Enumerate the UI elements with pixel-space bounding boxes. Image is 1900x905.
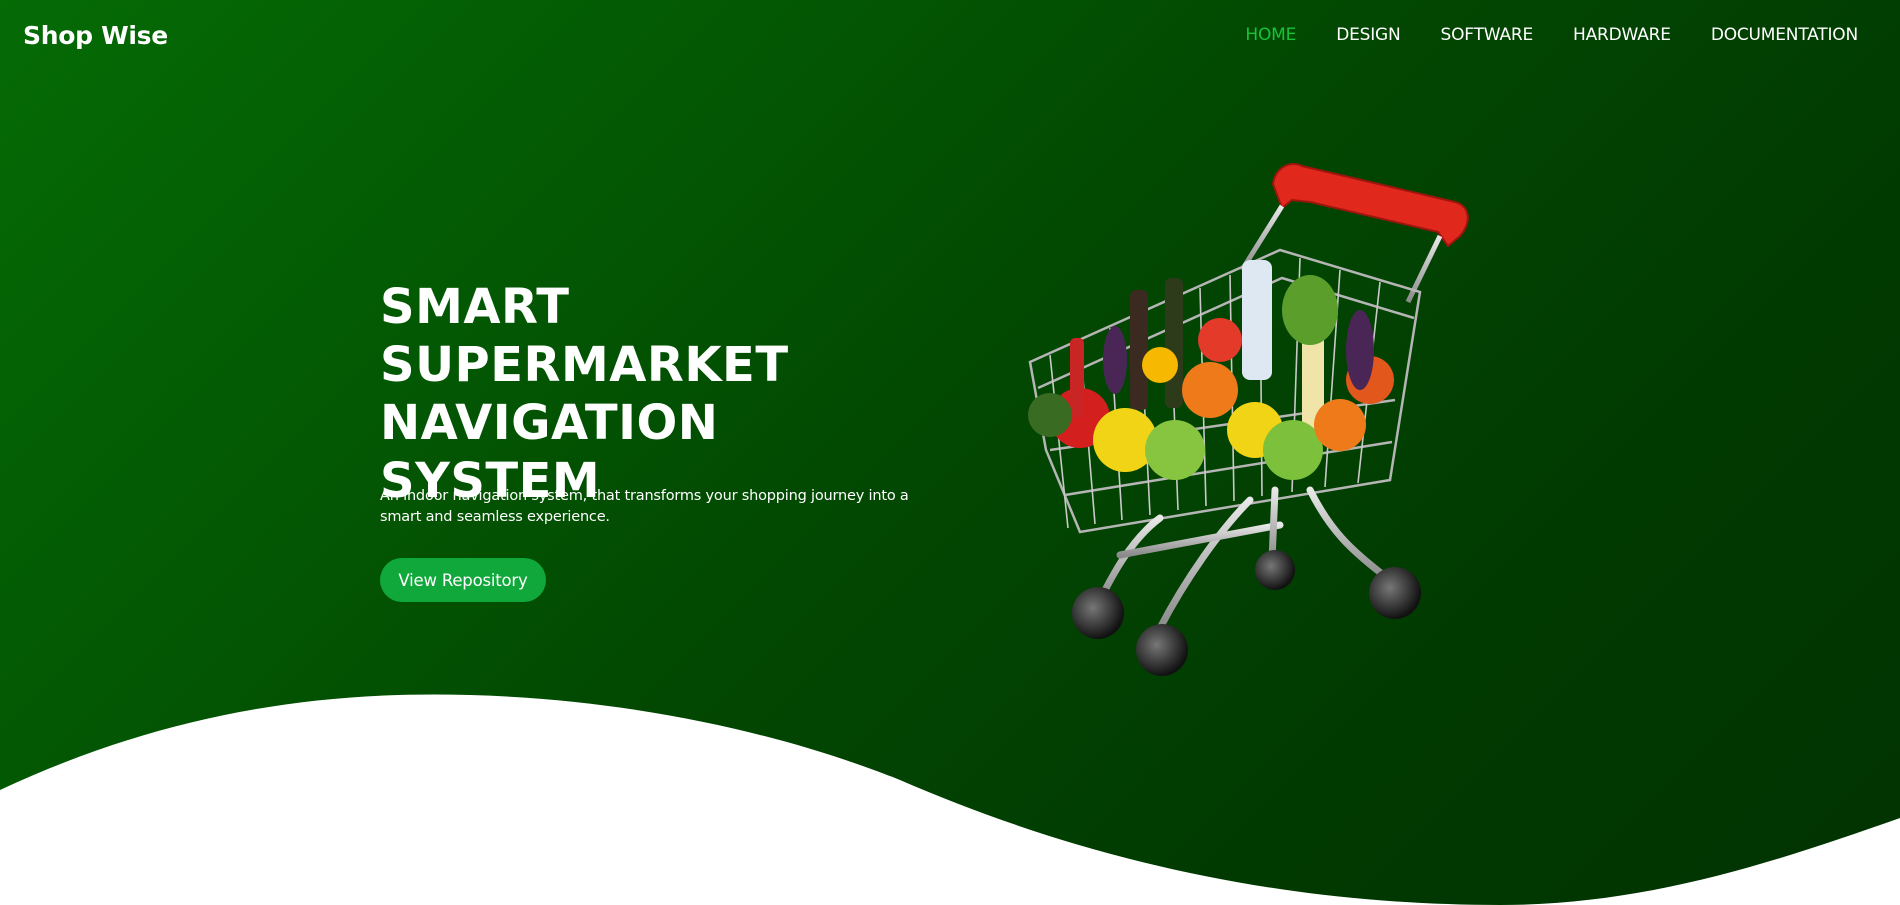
hero-subtitle: An indoor navigation system, that transf… <box>380 488 909 525</box>
top-navbar: Shop Wise HOME DESIGN SOFTWARE HARDWARE … <box>0 0 1900 70</box>
hero-wave-divider <box>0 694 1900 905</box>
nav-item-home[interactable]: HOME <box>1245 25 1296 45</box>
view-repository-button[interactable]: View Repository <box>380 558 546 602</box>
shopping-cart-icon <box>1028 163 1469 676</box>
hero-title-line: SUPERMARKET <box>380 337 789 393</box>
hero-title: SMART SUPERMARKET NAVIGATION SYSTEM <box>380 278 940 510</box>
nav-item-software[interactable]: SOFTWARE <box>1441 25 1534 45</box>
brand-logo[interactable]: Shop Wise <box>23 21 168 50</box>
nav-item-documentation[interactable]: DOCUMENTATION <box>1711 25 1858 45</box>
hero-title-line: SMART <box>380 279 570 335</box>
hero-section: Shop Wise HOME DESIGN SOFTWARE HARDWARE … <box>0 0 1900 905</box>
nav-item-hardware[interactable]: HARDWARE <box>1573 25 1671 45</box>
nav-item-design[interactable]: DESIGN <box>1336 25 1401 45</box>
nav-links: HOME DESIGN SOFTWARE HARDWARE DOCUMENTAT… <box>1245 25 1858 45</box>
